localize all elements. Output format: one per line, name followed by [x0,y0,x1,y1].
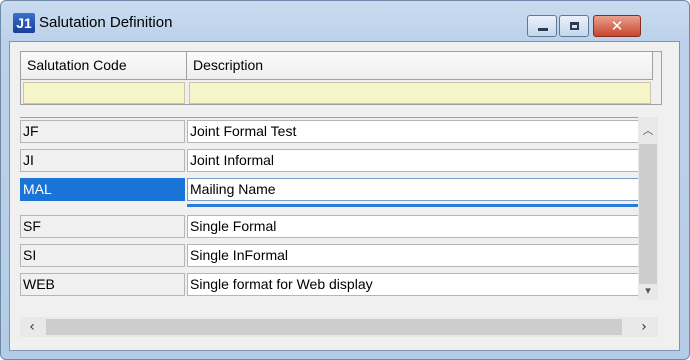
close-icon: ✕ [610,17,624,35]
minimize-button[interactable] [527,15,557,37]
table-row[interactable]: SI Single InFormal [20,244,646,268]
table-row[interactable]: SF Single Formal [20,215,646,239]
cell-description[interactable]: Mailing Name [187,178,646,201]
scroll-right-icon[interactable]: › [634,317,654,337]
horizontal-scrollbar[interactable]: ‹ › [20,317,658,337]
client-area: Salutation Code Description JF Joint Form… [9,41,680,351]
vertical-scrollbar[interactable]: ︿ ▾ [638,117,658,300]
cell-description[interactable]: Joint Informal [187,149,646,172]
cell-description[interactable]: Single InFormal [187,244,646,267]
cell-salutation-code[interactable]: MAL [20,178,185,201]
window-title: Salutation Definition [39,14,173,31]
minimize-icon [538,28,548,31]
salutation-definition-window: J1 Salutation Definition ✕ Salutation Co… [0,0,690,360]
close-button[interactable]: ✕ [593,15,641,37]
table-row[interactable]: JF Joint Formal Test [20,120,646,144]
restore-button[interactable] [559,15,589,37]
cell-salutation-code[interactable]: JI [20,149,185,172]
title-bar[interactable]: J1 Salutation Definition ✕ [1,1,689,41]
horizontal-scroll-thumb[interactable] [46,319,622,335]
vertical-scroll-thumb[interactable] [639,144,657,284]
table-row[interactable]: MAL Mailing Name [20,178,646,202]
app-icon: J1 [13,13,35,33]
restore-icon [570,22,579,30]
selected-row-indicator [187,204,646,207]
cell-description[interactable]: Joint Formal Test [187,120,646,143]
salutation-grid: JF Joint Formal Test JI Joint Informal MAL Ma… [20,117,658,301]
cell-salutation-code[interactable]: SF [20,215,185,238]
filter-input-description[interactable] [189,82,651,104]
cell-description[interactable]: Single format for Web display [187,273,646,296]
table-row[interactable]: JI Joint Informal [20,149,646,173]
column-header-salutation-code[interactable]: Salutation Code [21,52,187,80]
column-header-description[interactable]: Description [187,52,653,80]
cell-description[interactable]: Single Formal [187,215,646,238]
scroll-up-icon[interactable]: ︿ [638,121,658,141]
scroll-left-icon[interactable]: ‹ [22,317,42,337]
cell-salutation-code[interactable]: SI [20,244,185,267]
scroll-down-icon[interactable]: ▾ [638,281,658,301]
table-row[interactable]: WEB Single format for Web display [20,273,646,297]
cell-salutation-code[interactable]: WEB [20,273,185,296]
grid-header: Salutation Code Description [20,51,662,105]
filter-input-code[interactable] [23,82,185,104]
cell-salutation-code[interactable]: JF [20,120,185,143]
